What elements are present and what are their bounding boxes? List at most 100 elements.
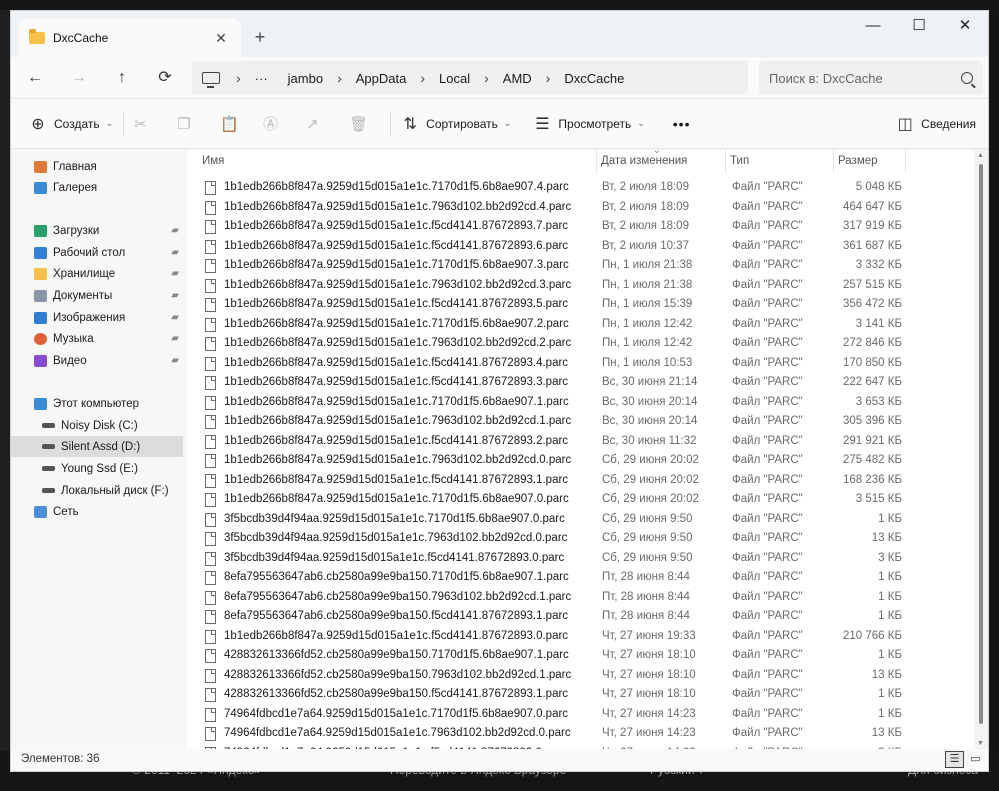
create-button[interactable]: ⊕ Создать ⌄ (23, 107, 119, 141)
file-date: Пт, 28 июня 8:44 (602, 571, 690, 583)
breadcrumb-separator[interactable]: › (337, 70, 342, 86)
pin-icon[interactable]: ▰ (171, 312, 179, 323)
table-row[interactable]: 428832613366fd52.cb2580a99e9ba150.7963d1… (187, 666, 974, 686)
breadcrumb-amd[interactable]: AMD (503, 71, 532, 86)
table-row[interactable]: 1b1edb266b8f847a.9259d15d015a1e1c.f5cd41… (187, 432, 974, 452)
table-row[interactable]: 1b1edb266b8f847a.9259d15d015a1e1c.7170d1… (187, 490, 974, 510)
copy-button[interactable]: ❐ (171, 107, 214, 141)
breadcrumb-separator[interactable]: › (236, 70, 241, 86)
table-row[interactable]: 3f5bcdb39d4f94aa.9259d15d015a1e1c.7963d1… (187, 529, 974, 549)
table-row[interactable]: 1b1edb266b8f847a.9259d15d015a1e1c.7170d1… (187, 256, 974, 276)
pin-icon[interactable]: ▰ (171, 290, 179, 301)
sidebar-item-disk-f[interactable]: Локальный диск (F:) (11, 480, 183, 501)
sidebar-item-music[interactable]: Музыка ▰ (11, 328, 183, 349)
table-row[interactable]: 428832613366fd52.cb2580a99e9ba150.f5cd41… (187, 685, 974, 705)
column-header-date[interactable]: Дата изменения (596, 150, 726, 173)
breadcrumb-jambo[interactable]: jambo (288, 71, 323, 86)
table-row[interactable]: 1b1edb266b8f847a.9259d15d015a1e1c.f5cd41… (187, 295, 974, 315)
table-row[interactable]: 428832613366fd52.cb2580a99e9ba150.7170d1… (187, 646, 974, 666)
back-button[interactable]: ← (20, 65, 50, 91)
table-row[interactable]: 1b1edb266b8f847a.9259d15d015a1e1c.f5cd41… (187, 373, 974, 393)
breadcrumb-local[interactable]: Local (439, 71, 470, 86)
pin-icon[interactable]: ▰ (171, 247, 179, 258)
table-row[interactable]: 3f5bcdb39d4f94aa.9259d15d015a1e1c.7170d1… (187, 510, 974, 530)
breadcrumb-dxccache[interactable]: DxcCache (564, 71, 624, 86)
pin-icon[interactable]: ▰ (171, 268, 179, 279)
sidebar-item-disk-c[interactable]: Noisy Disk (C:) (11, 415, 183, 436)
table-row[interactable]: 8efa795563647ab6.cb2580a99e9ba150.7170d1… (187, 568, 974, 588)
sidebar-item-network[interactable]: Сеть (11, 501, 183, 522)
sidebar-item-images[interactable]: Изображения ▰ (11, 307, 183, 328)
sidebar-item-video[interactable]: Видео ▰ (11, 350, 183, 371)
breadcrumb-separator[interactable]: › (420, 70, 425, 86)
file-type: Файл "PARC" (732, 259, 803, 271)
scroll-down-icon[interactable]: ▼ (977, 740, 984, 747)
table-row[interactable]: 1b1edb266b8f847a.9259d15d015a1e1c.f5cd41… (187, 237, 974, 257)
sidebar-item-downloads[interactable]: Загрузки ▰ (11, 220, 183, 241)
table-row[interactable]: 1b1edb266b8f847a.9259d15d015a1e1c.7170d1… (187, 315, 974, 335)
forward-button[interactable]: → (64, 65, 94, 91)
paste-button[interactable]: 📋 (214, 107, 257, 141)
table-row[interactable]: 1b1edb266b8f847a.9259d15d015a1e1c.7963d1… (187, 334, 974, 354)
tab-dxccache[interactable]: DxcCache ✕ (19, 19, 241, 57)
breadcrumb-separator[interactable]: › (546, 70, 551, 86)
sidebar-item-documents[interactable]: Документы ▰ (11, 285, 183, 306)
table-row[interactable]: 1b1edb266b8f847a.9259d15d015a1e1c.7963d1… (187, 276, 974, 296)
pin-icon[interactable]: ▰ (171, 333, 179, 344)
table-row[interactable]: 74964fdbcd1e7a64.9259d15d015a1e1c.7963d1… (187, 724, 974, 744)
sidebar-item-disk-e[interactable]: Young Ssd (E:) (11, 458, 183, 479)
pin-icon[interactable]: ▰ (171, 355, 179, 366)
column-header-type[interactable]: Тип (726, 150, 834, 173)
details-view-button[interactable]: ☰ (945, 751, 964, 768)
sidebar-item-home[interactable]: Главная (11, 156, 183, 177)
table-row[interactable]: 1b1edb266b8f847a.9259d15d015a1e1c.7170d1… (187, 178, 974, 198)
close-window-button[interactable]: ✕ (942, 11, 988, 43)
pin-icon[interactable]: ▰ (171, 225, 179, 236)
vertical-scrollbar[interactable]: ▲ ▼ (974, 150, 988, 749)
sidebar-item-gallery[interactable]: Галерея (11, 177, 183, 198)
sidebar-item-this-pc[interactable]: Этот компьютер (11, 393, 183, 414)
share-button[interactable]: ↗ (300, 107, 343, 141)
maximize-button[interactable]: ☐ (896, 11, 942, 43)
search-input[interactable]: Поиск в: DxcCache (759, 61, 983, 95)
tab-close-icon[interactable]: ✕ (211, 30, 231, 47)
scroll-up-icon[interactable]: ▲ (977, 152, 984, 159)
delete-button[interactable]: 🗑 (343, 107, 386, 141)
breadcrumb-more[interactable]: ··· (255, 71, 268, 86)
sort-button[interactable]: ⇅ Сортировать ⌄ (395, 107, 517, 141)
table-row[interactable]: 1b1edb266b8f847a.9259d15d015a1e1c.f5cd41… (187, 354, 974, 374)
new-tab-button[interactable]: + (247, 24, 273, 50)
column-header-size[interactable]: Размер (834, 150, 906, 173)
computer-icon[interactable] (202, 72, 220, 88)
minimize-button[interactable]: — (850, 11, 896, 43)
view-button[interactable]: ☰ Просмотреть ⌄ (527, 107, 650, 141)
table-row[interactable]: 3f5bcdb39d4f94aa.9259d15d015a1e1c.f5cd41… (187, 549, 974, 569)
breadcrumb[interactable]: › ··· jambo › AppData › Local › AMD › Dx… (192, 61, 748, 95)
column-header-name[interactable]: Имя (198, 150, 596, 173)
table-row[interactable]: 1b1edb266b8f847a.9259d15d015a1e1c.f5cd41… (187, 627, 974, 647)
table-row[interactable]: 1b1edb266b8f847a.9259d15d015a1e1c.7170d1… (187, 393, 974, 413)
breadcrumb-separator[interactable]: › (484, 70, 489, 86)
table-row[interactable]: 1b1edb266b8f847a.9259d15d015a1e1c.7963d1… (187, 412, 974, 432)
table-row[interactable]: 1b1edb266b8f847a.9259d15d015a1e1c.f5cd41… (187, 471, 974, 491)
table-row[interactable]: 1b1edb266b8f847a.9259d15d015a1e1c.7963d1… (187, 198, 974, 218)
breadcrumb-appdata[interactable]: AppData (356, 71, 407, 86)
cut-button[interactable]: ✂ (128, 107, 171, 141)
table-row[interactable]: 74964fdbcd1e7a64.9259d15d015a1e1c.7170d1… (187, 705, 974, 725)
table-row[interactable]: 8efa795563647ab6.cb2580a99e9ba150.7963d1… (187, 588, 974, 608)
table-row[interactable]: 8efa795563647ab6.cb2580a99e9ba150.f5cd41… (187, 607, 974, 627)
sidebar-item-disk-d[interactable]: Silent Assd (D:) (11, 436, 183, 457)
table-row[interactable]: 1b1edb266b8f847a.9259d15d015a1e1c.f5cd41… (187, 217, 974, 237)
details-button[interactable]: ◫ Сведения (896, 107, 976, 141)
refresh-button[interactable]: ⟳ (150, 65, 180, 91)
rename-button[interactable]: Ⓐ (257, 107, 300, 141)
sidebar-item-storage[interactable]: Хранилище ▰ (11, 263, 183, 284)
more-options-button[interactable]: ••• (667, 107, 697, 141)
tiles-view-button[interactable]: ▭ (966, 751, 985, 768)
up-button[interactable]: ↑ (107, 65, 137, 91)
sidebar-item-desktop[interactable]: Рабочий стол ▰ (11, 242, 183, 263)
file-date: Вс, 30 июня 21:14 (602, 376, 698, 388)
file-name: 1b1edb266b8f847a.9259d15d015a1e1c.f5cd41… (224, 239, 569, 252)
scrollbar-thumb[interactable] (979, 164, 983, 724)
table-row[interactable]: 1b1edb266b8f847a.9259d15d015a1e1c.7963d1… (187, 451, 974, 471)
